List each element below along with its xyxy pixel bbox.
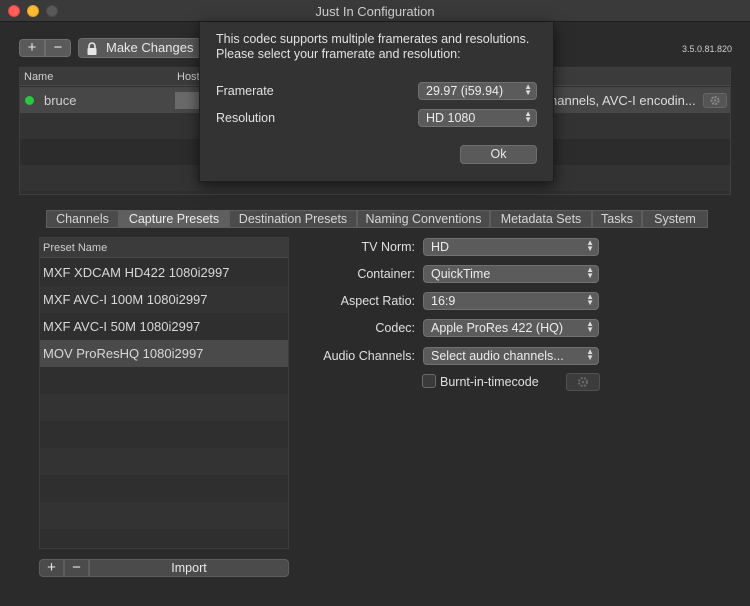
chevron-updown-icon: ▲ ▼ <box>586 238 594 253</box>
preset-name: MXF XDCAM HD422 1080i2997 <box>43 265 230 280</box>
codec-label: Codec: <box>375 321 415 335</box>
tab-bar: Channels Capture Presets Destination Pre… <box>46 210 708 228</box>
chevron-updown-icon: ▲ ▼ <box>524 109 532 124</box>
make-changes-button[interactable]: Make Changes <box>78 38 202 58</box>
dialog-message-line2: Please select your framerate and resolut… <box>216 47 461 61</box>
list-item-empty <box>40 502 288 529</box>
channel-description: hannels, AVC-I encodin... <box>550 93 696 108</box>
add-preset-button[interactable]: + <box>39 559 64 577</box>
make-changes-label: Make Changes <box>106 40 194 55</box>
version-label: 3.5.0.81.820 <box>682 44 733 54</box>
preset-name: MXF AVC-I 50M 1080i2997 <box>43 319 201 334</box>
aspect-ratio-select[interactable]: 16:9 ▲ ▼ <box>423 292 599 310</box>
status-indicator-icon <box>25 96 34 105</box>
chevron-updown-icon: ▲ ▼ <box>586 347 594 362</box>
column-header-preset-name[interactable]: Preset Name <box>43 242 107 254</box>
aspect-ratio-value: 16:9 <box>431 294 456 308</box>
codec-value: Apple ProRes 422 (HQ) <box>431 321 564 335</box>
tab-naming-conventions[interactable]: Naming Conventions <box>357 210 490 228</box>
list-item[interactable]: MXF AVC-I 50M 1080i2997 <box>40 313 288 340</box>
burnt-in-timecode-settings-button[interactable] <box>566 373 600 391</box>
chevron-updown-icon: ▲ ▼ <box>586 319 594 334</box>
list-item-empty <box>40 394 288 421</box>
tab-capture-presets[interactable]: Capture Presets <box>119 210 229 228</box>
list-item-empty <box>40 367 288 394</box>
channel-settings-button[interactable] <box>703 93 727 108</box>
audio-channels-value: Select audio channels... <box>431 349 564 363</box>
burnt-in-timecode-label: Burnt-in-timecode <box>440 375 539 389</box>
framerate-label: Framerate <box>216 84 274 98</box>
tab-destination-presets[interactable]: Destination Presets <box>229 210 357 228</box>
window-title: Just In Configuration <box>315 4 435 19</box>
tab-channels[interactable]: Channels <box>46 210 119 228</box>
framerate-resolution-dialog: This codec supports multiple framerates … <box>199 22 554 182</box>
tv-norm-select[interactable]: HD ▲ ▼ <box>423 238 599 256</box>
remove-channel-button[interactable]: − <box>45 39 71 57</box>
import-button[interactable]: Import <box>89 559 289 577</box>
audio-channels-select[interactable]: Select audio channels... ▲ ▼ <box>423 347 599 365</box>
tab-metadata-sets[interactable]: Metadata Sets <box>490 210 592 228</box>
preset-name: MXF AVC-I 100M 1080i2997 <box>43 292 208 307</box>
gear-icon <box>578 377 588 387</box>
dialog-message-line1: This codec supports multiple framerates … <box>216 32 530 46</box>
preset-name: MOV ProResHQ 1080i2997 <box>43 346 204 361</box>
preset-list: Preset Name MXF XDCAM HD422 1080i2997 MX… <box>39 237 289 549</box>
codec-select[interactable]: Apple ProRes 422 (HQ) ▲ ▼ <box>423 319 599 337</box>
list-item[interactable]: MXF AVC-I 100M 1080i2997 <box>40 286 288 313</box>
list-item-selected[interactable]: MOV ProResHQ 1080i2997 <box>40 340 288 367</box>
column-header-name[interactable]: Name <box>24 71 53 83</box>
chevron-updown-icon: ▲ ▼ <box>586 265 594 280</box>
list-item-empty <box>40 475 288 502</box>
aspect-ratio-label: Aspect Ratio: <box>340 294 415 308</box>
remove-preset-button[interactable]: − <box>64 559 89 577</box>
ok-button[interactable]: Ok <box>460 145 537 164</box>
resolution-label: Resolution <box>216 111 276 125</box>
resolution-value: HD 1080 <box>426 111 476 125</box>
chevron-updown-icon: ▲ ▼ <box>586 292 594 307</box>
container-select[interactable]: QuickTime ▲ ▼ <box>423 265 599 283</box>
list-item-empty <box>40 421 288 448</box>
channel-name: bruce <box>44 93 77 108</box>
chevron-updown-icon: ▲ ▼ <box>524 82 532 97</box>
list-item[interactable]: MXF XDCAM HD422 1080i2997 <box>40 259 288 286</box>
preset-list-header: Preset Name <box>40 238 288 258</box>
add-channel-button[interactable]: + <box>19 39 45 57</box>
gear-icon <box>710 96 720 105</box>
tv-norm-label: TV Norm: <box>361 240 415 254</box>
column-header-host[interactable]: Host <box>177 71 200 83</box>
title-bar: Just In Configuration <box>0 0 750 22</box>
framerate-select[interactable]: 29.97 (i59.94) ▲ ▼ <box>418 82 537 100</box>
lock-icon <box>87 42 97 55</box>
burnt-in-timecode-checkbox[interactable] <box>422 374 436 388</box>
container-label: Container: <box>357 267 415 281</box>
tab-system[interactable]: System <box>642 210 708 228</box>
container-value: QuickTime <box>431 267 491 281</box>
resolution-select[interactable]: HD 1080 ▲ ▼ <box>418 109 537 127</box>
audio-channels-label: Audio Channels: <box>323 349 415 363</box>
framerate-value: 29.97 (i59.94) <box>426 84 504 98</box>
tab-tasks[interactable]: Tasks <box>592 210 642 228</box>
list-item-empty <box>40 448 288 475</box>
tv-norm-value: HD <box>431 240 450 254</box>
